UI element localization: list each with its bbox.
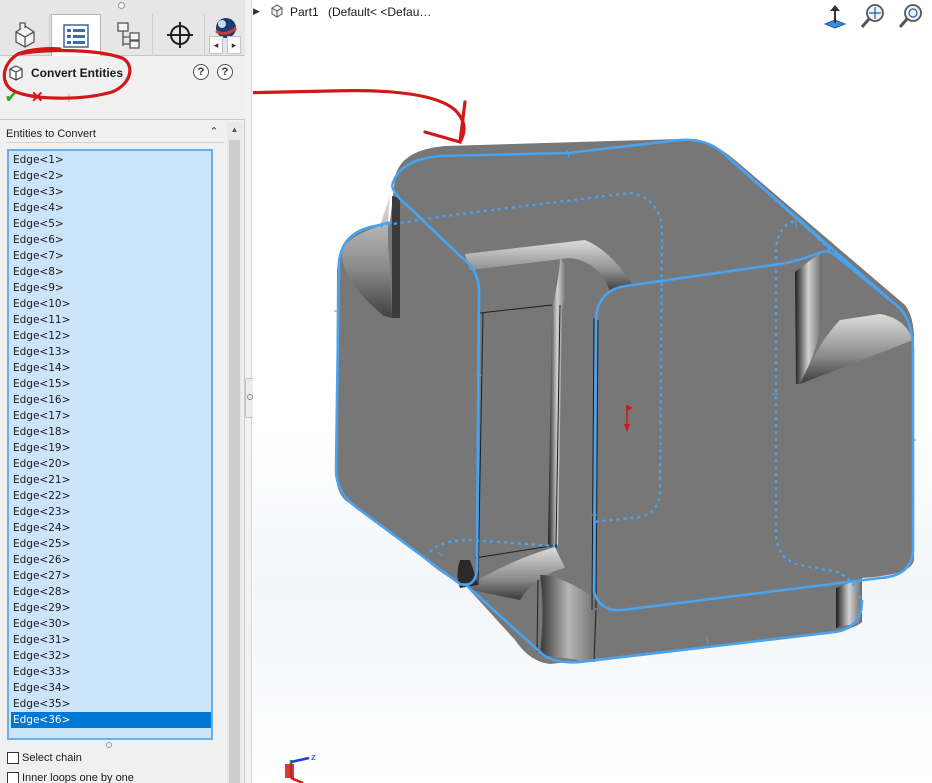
- collapse-chevron-icon[interactable]: ⌃: [207, 125, 221, 139]
- reference-triad-icon: z: [285, 753, 316, 783]
- edge-list-item[interactable]: Edge<2>: [11, 168, 211, 184]
- zoom-to-area-icon[interactable]: [897, 2, 925, 30]
- configuration-manager-icon: [116, 22, 140, 49]
- option-select-chain[interactable]: Select chain: [7, 752, 82, 764]
- edge-list-item[interactable]: Edge<13>: [11, 344, 211, 360]
- tab-feature-manager[interactable]: [0, 14, 50, 56]
- inner-loops-label: Inner loops one by one: [22, 772, 134, 783]
- edge-list-item[interactable]: Edge<18>: [11, 424, 211, 440]
- list-resize-grip[interactable]: [106, 742, 112, 748]
- edge-list-item[interactable]: Edge<14>: [11, 360, 211, 376]
- part-icon: [271, 4, 283, 18]
- manager-tab-bar: ◂ ▸: [0, 0, 245, 56]
- tab-scroll-right-button[interactable]: ▸: [227, 36, 241, 54]
- graphics-area[interactable]: ▶ Part1 (Default< <Defau… z: [253, 0, 932, 783]
- model-view: [253, 89, 916, 664]
- help-icon[interactable]: ?: [217, 64, 233, 80]
- edge-list-item[interactable]: Edge<11>: [11, 312, 211, 328]
- edge-list-item[interactable]: Edge<30>: [11, 616, 211, 632]
- tab-scroll-left-button[interactable]: ◂: [209, 36, 223, 54]
- dimxpert-icon: [166, 22, 193, 48]
- edge-list-item[interactable]: Edge<32>: [11, 648, 211, 664]
- edge-list-item[interactable]: Edge<31>: [11, 632, 211, 648]
- option-inner-loops[interactable]: Inner loops one by one: [7, 772, 134, 783]
- edge-list-item[interactable]: Edge<9>: [11, 280, 211, 296]
- entities-selection-list[interactable]: Edge<1> Edge<2> Edge<3> Edge<4> Edge<5> Edge<…: [7, 149, 213, 740]
- zoom-to-fit-icon[interactable]: [859, 2, 887, 30]
- feature-manager-icon: [14, 22, 35, 48]
- edge-list-item[interactable]: Edge<6>: [11, 232, 211, 248]
- edge-list-item[interactable]: Edge<19>: [11, 440, 211, 456]
- tab-configuration-manager[interactable]: [103, 14, 153, 56]
- scroll-up-arrow-icon[interactable]: ▲: [227, 122, 242, 138]
- convert-entities-icon: [9, 65, 23, 81]
- pushpin-icon[interactable]: ⊣: [60, 90, 74, 106]
- panel-scrollbar-thumb[interactable]: [229, 140, 240, 783]
- property-manager-icon: [63, 23, 89, 48]
- edge-list-item[interactable]: Edge<4>: [11, 200, 211, 216]
- tab-property-manager[interactable]: [51, 14, 101, 56]
- edge-list-item[interactable]: Edge<16>: [11, 392, 211, 408]
- edge-list-item[interactable]: Edge<10>: [11, 296, 211, 312]
- select-chain-label: Select chain: [22, 752, 82, 764]
- property-manager-title: Convert Entities: [31, 66, 124, 80]
- edge-list-item[interactable]: Edge<23>: [11, 504, 211, 520]
- part-config-label: (Default< <Defau…: [328, 5, 432, 19]
- cancel-x-icon[interactable]: ✕: [31, 90, 47, 106]
- solidworks-window: { "property_manager": { "title": "Conver…: [0, 0, 932, 783]
- property-manager-header: Convert Entities ? ? ✔ ✕ ⊣: [0, 56, 245, 120]
- edge-list-item[interactable]: Edge<21>: [11, 472, 211, 488]
- edge-list-item[interactable]: Edge<8>: [11, 264, 211, 280]
- edge-list-item[interactable]: Edge<20>: [11, 456, 211, 472]
- edge-list-item[interactable]: Edge<17>: [11, 408, 211, 424]
- select-chain-checkbox[interactable]: [7, 752, 19, 764]
- edge-list-item[interactable]: Edge<27>: [11, 568, 211, 584]
- section-divider: [6, 142, 224, 143]
- edge-list-item[interactable]: Edge<12>: [11, 328, 211, 344]
- normal-to-icon[interactable]: [821, 2, 849, 30]
- edge-list-item[interactable]: Edge<22>: [11, 488, 211, 504]
- edge-list-item[interactable]: Edge<35>: [11, 696, 211, 712]
- edge-list-item[interactable]: Edge<3>: [11, 184, 211, 200]
- edge-list-item[interactable]: Edge<24>: [11, 520, 211, 536]
- triad-z-label: z: [311, 753, 316, 763]
- tree-expand-arrow-icon[interactable]: ▶: [253, 6, 260, 17]
- edge-list-item[interactable]: Edge<7>: [11, 248, 211, 264]
- edge-list-item[interactable]: Edge<26>: [11, 552, 211, 568]
- edge-list-item[interactable]: Edge<36>: [11, 712, 211, 728]
- edge-list-item[interactable]: Edge<1>: [11, 152, 211, 168]
- part-name-label[interactable]: Part1: [290, 5, 319, 19]
- property-manager-panel: ◂ ▸ Convert Entities ? ? ✔ ✕ ⊣ Entities …: [0, 0, 245, 783]
- panel-grip[interactable]: [118, 2, 125, 9]
- inner-loops-checkbox[interactable]: [7, 772, 19, 783]
- red-annotation-arrow: [253, 89, 467, 145]
- edge-list-item[interactable]: Edge<34>: [11, 680, 211, 696]
- edge-list-item[interactable]: Edge<25>: [11, 536, 211, 552]
- edge-list-item[interactable]: Edge<29>: [11, 600, 211, 616]
- edge-list-item[interactable]: Edge<5>: [11, 216, 211, 232]
- tab-dimxpert[interactable]: [155, 14, 205, 56]
- ok-check-icon[interactable]: ✔: [5, 90, 21, 106]
- edge-list-item[interactable]: Edge<28>: [11, 584, 211, 600]
- whats-wrong-help-icon[interactable]: ?: [193, 64, 209, 80]
- section-title-entities: Entities to Convert: [6, 128, 96, 140]
- edge-list-item[interactable]: Edge<33>: [11, 664, 211, 680]
- edge-list-item[interactable]: Edge<15>: [11, 376, 211, 392]
